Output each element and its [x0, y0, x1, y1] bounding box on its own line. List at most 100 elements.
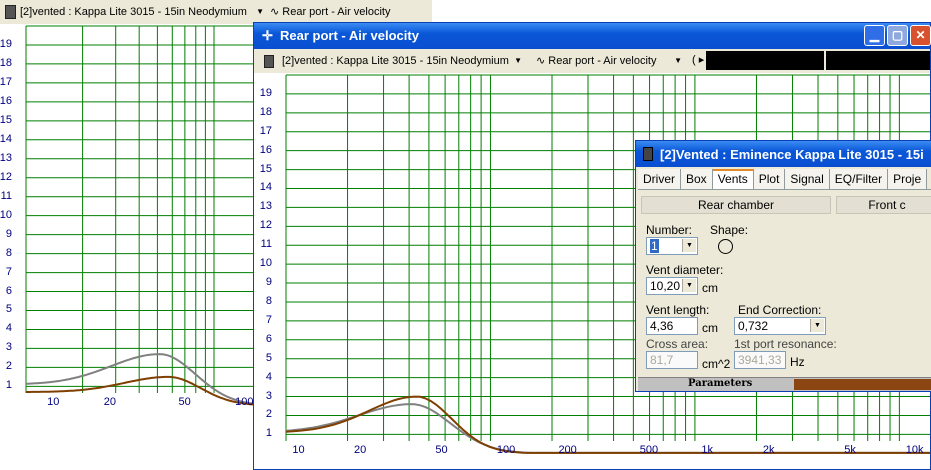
vent-diameter-select[interactable]: 10,20 ▼ — [646, 277, 698, 295]
back-plot-select-label: Rear port - Air velocity — [282, 6, 391, 18]
y-tick-label: 8 — [265, 294, 272, 307]
y-tick-label: 4 — [265, 370, 272, 383]
y-tick-label: 12 — [259, 219, 272, 232]
port-resonance-field: 3941,33 — [734, 351, 786, 369]
x-tick-label: 2k — [762, 444, 775, 456]
front-chamber-header: Front c — [836, 196, 931, 214]
y-tick-label: 8 — [5, 246, 12, 259]
y-tick-label: 16 — [0, 94, 12, 107]
front-curve-brown — [285, 395, 930, 454]
front-title-bar[interactable]: ✛ Rear port - Air velocity ▁ ▢ ✕ — [254, 23, 931, 49]
y-tick-label: 7 — [5, 265, 12, 278]
front-plot-select-label: Rear port - Air velocity — [548, 55, 657, 67]
y-tick-label: 17 — [0, 75, 12, 88]
x-tick-label: 10 — [47, 396, 60, 408]
tab-eq-filter[interactable]: EQ/Filter — [829, 169, 889, 189]
y-tick-label: 11 — [260, 238, 272, 251]
params-progress-strip — [794, 379, 931, 390]
front-driver-select[interactable]: [2]vented : Kappa Lite 3015 - 15in Neody… — [282, 51, 524, 71]
toolbar-overflow-icon[interactable]: ( ▸ — [692, 53, 704, 66]
y-tick-label: 4 — [5, 322, 12, 335]
y-tick-label: 2 — [5, 360, 12, 373]
y-tick-label: 9 — [265, 276, 272, 289]
vent-length-label: Vent length: — [646, 303, 710, 317]
chevron-down-icon: ▼ — [256, 7, 264, 16]
speaker-icon — [643, 147, 653, 161]
y-tick-label: 17 — [259, 124, 272, 137]
y-tick-label: 2 — [265, 408, 272, 421]
tab-plot[interactable]: Plot — [753, 169, 786, 189]
y-tick-label: 7 — [265, 313, 272, 326]
speaker-icon — [264, 55, 274, 68]
y-tick-label: 5 — [5, 303, 12, 316]
black-display-2 — [826, 51, 930, 70]
y-tick-label: 19 — [0, 37, 12, 50]
y-tick-label: 1 — [5, 379, 12, 392]
move-icon: ✛ — [262, 28, 273, 43]
rear-chamber-header: Rear chamber — [641, 196, 831, 214]
number-label: Number: — [646, 223, 693, 237]
chevron-down-icon: ▼ — [514, 56, 522, 65]
black-display-1 — [706, 51, 824, 70]
parameters-footer-label: Parameters — [688, 378, 753, 389]
tab-driver[interactable]: Driver — [638, 169, 681, 189]
y-tick-label: 13 — [0, 151, 12, 164]
x-tick-label: 5k — [844, 444, 856, 456]
front-toolbar: [2]vented : Kappa Lite 3015 - 15in Neody… — [254, 49, 930, 74]
y-tick-label: 13 — [259, 200, 272, 213]
chevron-down-icon[interactable]: ▼ — [810, 319, 824, 332]
y-tick-label: 5 — [265, 351, 272, 364]
cross-area-value: 81,7 — [650, 353, 674, 367]
y-tick-label: 10 — [0, 208, 12, 221]
end-correction-select[interactable]: 0,732 ▼ — [734, 317, 826, 335]
y-tick-label: 1 — [265, 427, 272, 440]
back-driver-select[interactable]: [2]vented : Kappa Lite 3015 - 15in Neody… — [20, 2, 266, 22]
maximize-button[interactable]: ▢ — [887, 25, 908, 46]
vent-length-unit: cm — [702, 321, 718, 335]
y-tick-label: 15 — [259, 162, 272, 175]
y-tick-label: 15 — [0, 113, 12, 126]
x-tick-label: 10k — [905, 444, 924, 456]
close-button[interactable]: ✕ — [910, 25, 931, 46]
front-plot-select[interactable]: ∿ Rear port - Air velocity ▼ — [536, 51, 684, 71]
params-footer-bar: Parameters — [638, 377, 931, 391]
vent-diameter-unit: cm — [702, 281, 718, 295]
tab-signal[interactable]: Signal — [785, 169, 830, 189]
circle-shape-icon[interactable] — [718, 239, 733, 254]
x-tick-label: 50 — [178, 396, 191, 408]
wave-icon: ∿ — [270, 6, 280, 18]
back-plot-select[interactable]: ∿ Rear port - Air velocity — [270, 2, 430, 22]
vent-length-value: 4,36 — [650, 319, 674, 333]
chevron-down-icon[interactable]: ▼ — [682, 239, 696, 252]
x-tick-label: 500 — [639, 444, 659, 456]
tab-project[interactable]: Proje — [888, 169, 928, 189]
back-graph — [25, 25, 259, 406]
x-tick-label: 100 — [496, 444, 516, 456]
minimize-button[interactable]: ▁ — [864, 25, 885, 46]
x-tick-label: 20 — [353, 444, 367, 456]
cross-area-field: 81,7 — [646, 351, 698, 369]
tab-vents[interactable]: Vents — [712, 169, 754, 189]
x-tick-label: 50 — [435, 444, 448, 456]
chevron-down-icon: ▼ — [674, 56, 682, 65]
y-tick-label: 16 — [259, 143, 272, 156]
speaker-icon — [5, 5, 16, 19]
chevron-down-icon[interactable]: ▼ — [682, 279, 696, 292]
front-curve-gray — [285, 403, 930, 454]
y-tick-label: 6 — [265, 332, 272, 345]
params-window-title: [2]Vented : Eminence Kappa Lite 3015 - 1… — [660, 147, 924, 162]
shape-label: Shape: — [710, 223, 749, 237]
port-resonance-value: 3941,33 — [738, 353, 782, 367]
front-window-title: Rear port - Air velocity — [280, 28, 419, 43]
number-select[interactable]: 1 ▼ — [646, 237, 698, 255]
vent-diameter-value: 10,20 — [650, 279, 681, 293]
params-title-bar[interactable]: [2]Vented : Eminence Kappa Lite 3015 - 1… — [636, 141, 931, 167]
y-tick-label: 3 — [265, 389, 272, 402]
port-resonance-label: 1st port resonance: — [734, 337, 837, 351]
tab-box[interactable]: Box — [681, 169, 713, 189]
y-tick-label: 6 — [5, 284, 12, 297]
vent-length-input[interactable]: 4,36 — [646, 317, 698, 335]
x-tick-label: 10 — [292, 444, 305, 456]
vent-diameter-label: Vent diameter: — [646, 263, 724, 277]
port-resonance-unit: Hz — [790, 355, 805, 369]
